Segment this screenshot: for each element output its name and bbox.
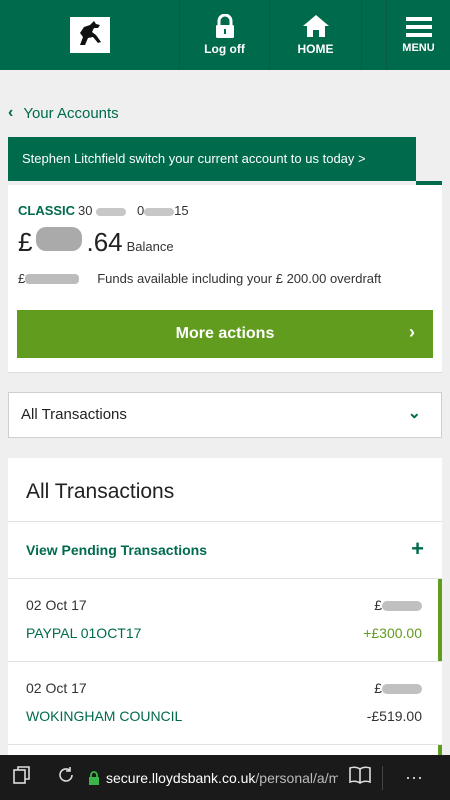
- divider: [362, 0, 387, 70]
- funds-text: Funds available including your £ 200.00 …: [97, 271, 382, 286]
- chevron-right-icon: ›: [409, 322, 415, 342]
- black-horse-logo-icon: [69, 17, 110, 53]
- account-number-prefix: 0: [136, 203, 145, 218]
- redacted-balance: [382, 684, 422, 695]
- transaction-description: WOKINGHAM COUNCIL: [26, 708, 183, 724]
- transaction-balance-currency: £: [374, 597, 382, 613]
- divider: [8, 521, 442, 522]
- transaction-balance-currency: £: [374, 680, 382, 696]
- url-host: secure.lloydsbank.co.uk: [106, 769, 256, 786]
- hamburger-menu-icon: [405, 17, 432, 37]
- balance-value: .64: [86, 227, 123, 257]
- padlock-icon: [215, 14, 234, 38]
- more-actions-button[interactable]: More actions ›: [17, 310, 433, 358]
- your-accounts-label: Your Accounts: [23, 104, 119, 122]
- redacted-balance: [36, 227, 83, 251]
- menu-label: MENU: [402, 42, 435, 54]
- your-accounts-link[interactable]: ‹ Your Accounts: [8, 104, 119, 122]
- funds-available: £ Funds available including your £ 200.0…: [18, 271, 381, 286]
- credit-indicator-bar: [438, 579, 442, 661]
- sort-code-prefix: 30: [78, 203, 93, 218]
- more-actions-label: More actions: [175, 325, 275, 342]
- account-card: CLASSIC 30 0 15 £ .64 Balance £ Funds ava…: [8, 185, 442, 373]
- home-icon: [302, 15, 329, 37]
- transactions-title: All Transactions: [26, 480, 175, 503]
- transaction-description: PAYPAL 01OCT17: [26, 625, 142, 641]
- promo-text: Stephen Litchfield switch your current a…: [22, 151, 366, 166]
- divider: [8, 744, 442, 745]
- transaction-date: 02 Oct 17: [26, 597, 87, 613]
- transaction-balance: £: [374, 680, 422, 696]
- account-number: 30 0 15: [78, 203, 189, 218]
- secure-lock-icon: [88, 770, 100, 785]
- menu-button[interactable]: MENU: [387, 0, 450, 70]
- logoff-label: Log off: [204, 42, 245, 56]
- chevron-down-icon: ⌄: [407, 405, 421, 422]
- expand-plus-icon[interactable]: +: [411, 536, 424, 562]
- funds-currency: £: [18, 271, 26, 286]
- refresh-icon[interactable]: [44, 765, 88, 790]
- home-button[interactable]: HOME: [270, 0, 362, 70]
- transaction-row[interactable]: 02 Oct 17 WOKINGHAM COUNCIL £ -£519.00: [8, 662, 442, 744]
- transactions-filter-select[interactable]: All Transactions ⌄: [8, 392, 442, 438]
- transactions-panel: All Transactions View Pending Transactio…: [8, 458, 442, 758]
- redacted-sort-code: [96, 207, 127, 216]
- home-label: HOME: [297, 42, 334, 56]
- logo-area[interactable]: [0, 0, 180, 70]
- balance: £ .64 Balance: [18, 227, 174, 258]
- redacted-funds: [25, 273, 80, 284]
- more-options-icon[interactable]: ···: [392, 767, 436, 788]
- account-number-suffix: 15: [174, 203, 189, 218]
- browser-toolbar: secure.lloydsbank.co.uk/personal/a/mo ··…: [0, 755, 450, 800]
- account-name[interactable]: CLASSIC: [18, 203, 75, 218]
- top-navigation-bar: Log off HOME MENU: [0, 0, 450, 70]
- balance-currency: £: [18, 227, 33, 257]
- balance-label: Balance: [126, 239, 174, 254]
- address-bar[interactable]: secure.lloydsbank.co.uk/personal/a/mo: [88, 770, 338, 786]
- logoff-button[interactable]: Log off: [180, 0, 270, 70]
- transaction-row[interactable]: 02 Oct 17 PAYPAL 01OCT17 £ +£300.00: [8, 579, 442, 661]
- url-path: /personal/a/mo: [255, 769, 338, 786]
- redacted-balance: [382, 601, 422, 612]
- divider: [382, 765, 392, 790]
- tabs-icon[interactable]: [0, 766, 44, 789]
- filter-selected-value: All Transactions: [21, 406, 127, 423]
- transaction-balance: £: [374, 597, 422, 613]
- chevron-left-icon: ‹: [8, 104, 14, 121]
- transaction-amount: -£519.00: [366, 708, 422, 724]
- transaction-amount: +£300.00: [363, 625, 422, 641]
- redacted-account-number: [144, 207, 175, 216]
- transaction-date: 02 Oct 17: [26, 680, 87, 696]
- view-pending-transactions-link[interactable]: View Pending Transactions: [26, 542, 207, 558]
- reading-view-icon[interactable]: [338, 766, 382, 789]
- switch-account-promo[interactable]: Stephen Litchfield switch your current a…: [8, 137, 416, 181]
